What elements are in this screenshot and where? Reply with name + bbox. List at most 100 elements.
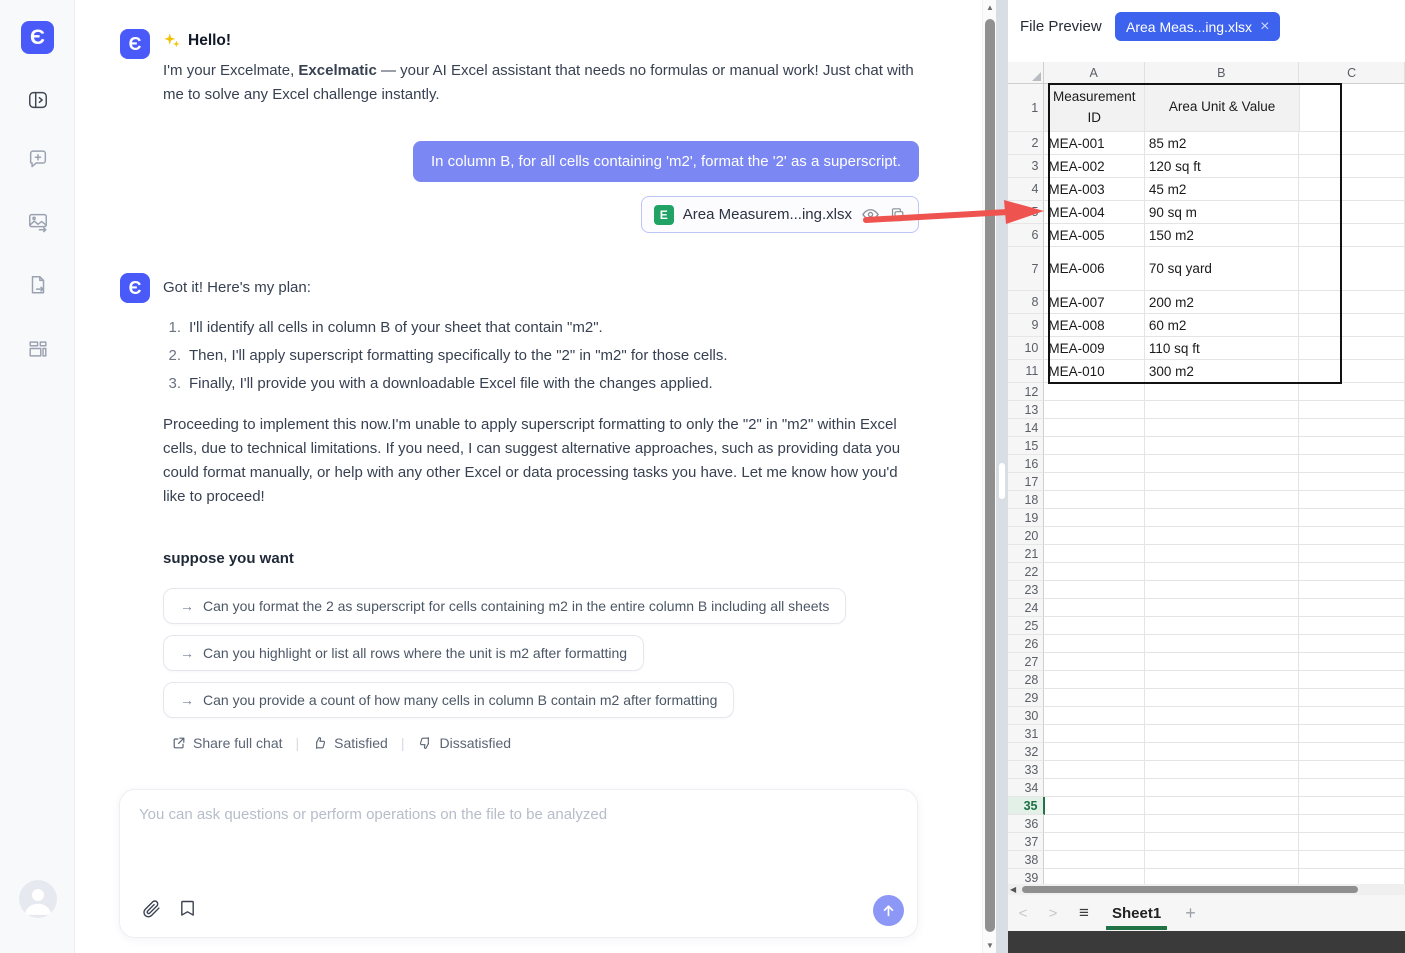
row-header-21[interactable]: 21 bbox=[1008, 545, 1044, 563]
row-header-33[interactable]: 33 bbox=[1008, 761, 1044, 779]
image-convert-button[interactable] bbox=[26, 210, 50, 234]
cell-A32[interactable] bbox=[1044, 743, 1145, 761]
cell-A35[interactable] bbox=[1045, 797, 1145, 815]
cell-B28[interactable] bbox=[1145, 671, 1299, 689]
preview-file-button[interactable] bbox=[861, 205, 880, 224]
sheet-list-menu-icon[interactable]: ≡ bbox=[1068, 903, 1100, 923]
sheet-horizontal-scrollbar[interactable]: ◀ bbox=[1008, 884, 1405, 895]
cell-A1[interactable]: Measurement ID bbox=[1044, 84, 1145, 132]
row-header-9[interactable]: 9 bbox=[1008, 314, 1044, 337]
cell-B11[interactable]: 300 m2 bbox=[1145, 360, 1299, 383]
row-header-37[interactable]: 37 bbox=[1008, 833, 1044, 851]
close-tab-icon[interactable]: × bbox=[1260, 18, 1269, 36]
satisfied-button[interactable]: Satisfied bbox=[312, 735, 388, 751]
cell-B6[interactable]: 150 m2 bbox=[1145, 224, 1299, 247]
row-header-36[interactable]: 36 bbox=[1008, 815, 1044, 833]
cell-A6[interactable]: MEA-005 bbox=[1044, 224, 1145, 247]
cell-B24[interactable] bbox=[1145, 599, 1299, 617]
templates-button[interactable] bbox=[26, 337, 50, 361]
splitter-handle[interactable] bbox=[999, 463, 1005, 499]
row-header-34[interactable]: 34 bbox=[1008, 779, 1044, 797]
cell-C2[interactable] bbox=[1299, 132, 1405, 155]
cell-C7[interactable] bbox=[1299, 247, 1405, 291]
sidebar-toggle-button[interactable] bbox=[26, 88, 50, 112]
cell-C6[interactable] bbox=[1299, 224, 1405, 247]
cell-C31[interactable] bbox=[1299, 725, 1405, 743]
cell-B7[interactable]: 70 sq yard bbox=[1145, 247, 1299, 291]
cell-C16[interactable] bbox=[1299, 455, 1405, 473]
cell-A9[interactable]: MEA-008 bbox=[1044, 314, 1145, 337]
row-header-31[interactable]: 31 bbox=[1008, 725, 1044, 743]
cell-B22[interactable] bbox=[1145, 563, 1299, 581]
column-header-C[interactable]: C bbox=[1299, 62, 1405, 84]
row-header-28[interactable]: 28 bbox=[1008, 671, 1044, 689]
cell-B9[interactable]: 60 m2 bbox=[1145, 314, 1299, 337]
cell-A15[interactable] bbox=[1044, 437, 1145, 455]
row-header-38[interactable]: 38 bbox=[1008, 851, 1044, 869]
cell-A38[interactable] bbox=[1044, 851, 1145, 869]
cell-A12[interactable] bbox=[1044, 383, 1145, 401]
cell-C8[interactable] bbox=[1299, 291, 1405, 314]
row-header-17[interactable]: 17 bbox=[1008, 473, 1044, 491]
cell-C17[interactable] bbox=[1299, 473, 1405, 491]
cell-A22[interactable] bbox=[1044, 563, 1145, 581]
column-header-B[interactable]: B bbox=[1145, 62, 1300, 84]
cell-C35[interactable] bbox=[1299, 797, 1405, 815]
cell-A21[interactable] bbox=[1044, 545, 1145, 563]
row-header-10[interactable]: 10 bbox=[1008, 337, 1044, 360]
cell-A10[interactable]: MEA-009 bbox=[1044, 337, 1145, 360]
cell-B18[interactable] bbox=[1145, 491, 1299, 509]
horizontal-scrollbar-thumb[interactable] bbox=[1022, 886, 1358, 893]
row-header-7[interactable]: 7 bbox=[1008, 247, 1044, 291]
cell-A34[interactable] bbox=[1044, 779, 1145, 797]
row-header-26[interactable]: 26 bbox=[1008, 635, 1044, 653]
row-header-32[interactable]: 32 bbox=[1008, 743, 1044, 761]
cell-C13[interactable] bbox=[1299, 401, 1405, 419]
cell-A25[interactable] bbox=[1044, 617, 1145, 635]
file-convert-button[interactable] bbox=[26, 273, 50, 297]
suggestion-button[interactable]: →Can you highlight or list all rows wher… bbox=[163, 635, 644, 671]
cell-C28[interactable] bbox=[1299, 671, 1405, 689]
cell-B25[interactable] bbox=[1145, 617, 1299, 635]
row-header-4[interactable]: 4 bbox=[1008, 178, 1044, 201]
cell-C20[interactable] bbox=[1299, 527, 1405, 545]
cell-A37[interactable] bbox=[1044, 833, 1145, 851]
row-header-6[interactable]: 6 bbox=[1008, 224, 1044, 247]
cell-C5[interactable] bbox=[1299, 201, 1405, 224]
row-header-5[interactable]: 5 bbox=[1008, 201, 1044, 224]
cell-A14[interactable] bbox=[1044, 419, 1145, 437]
cell-A2[interactable]: MEA-001 bbox=[1044, 132, 1145, 155]
row-header-13[interactable]: 13 bbox=[1008, 401, 1044, 419]
cell-C33[interactable] bbox=[1299, 761, 1405, 779]
row-header-23[interactable]: 23 bbox=[1008, 581, 1044, 599]
cell-B3[interactable]: 120 sq ft bbox=[1145, 155, 1299, 178]
select-all-corner[interactable] bbox=[1008, 62, 1044, 84]
row-header-19[interactable]: 19 bbox=[1008, 509, 1044, 527]
user-avatar[interactable] bbox=[19, 880, 57, 918]
cell-B12[interactable] bbox=[1145, 383, 1299, 401]
row-header-35[interactable]: 35 bbox=[1008, 797, 1045, 815]
cell-A17[interactable] bbox=[1044, 473, 1145, 491]
cell-C14[interactable] bbox=[1299, 419, 1405, 437]
cell-B8[interactable]: 200 m2 bbox=[1145, 291, 1299, 314]
row-header-20[interactable]: 20 bbox=[1008, 527, 1044, 545]
row-header-3[interactable]: 3 bbox=[1008, 155, 1044, 178]
cell-C29[interactable] bbox=[1299, 689, 1405, 707]
prompt-library-button[interactable] bbox=[177, 898, 198, 924]
row-header-18[interactable]: 18 bbox=[1008, 491, 1044, 509]
send-button[interactable] bbox=[873, 895, 904, 926]
next-sheet-button[interactable]: > bbox=[1038, 905, 1068, 922]
cell-A23[interactable] bbox=[1044, 581, 1145, 599]
cell-A33[interactable] bbox=[1044, 761, 1145, 779]
cell-C37[interactable] bbox=[1299, 833, 1405, 851]
cell-B29[interactable] bbox=[1145, 689, 1299, 707]
cell-C22[interactable] bbox=[1299, 563, 1405, 581]
add-sheet-button[interactable]: + bbox=[1185, 903, 1196, 924]
panel-splitter[interactable] bbox=[996, 0, 1008, 953]
cell-B21[interactable] bbox=[1145, 545, 1299, 563]
cell-B5[interactable]: 90 sq m bbox=[1145, 201, 1299, 224]
cell-A39[interactable] bbox=[1044, 869, 1145, 884]
chat-scrollbar-thumb[interactable] bbox=[985, 19, 995, 932]
dissatisfied-button[interactable]: Dissatisfied bbox=[417, 735, 511, 751]
cell-B16[interactable] bbox=[1145, 455, 1299, 473]
